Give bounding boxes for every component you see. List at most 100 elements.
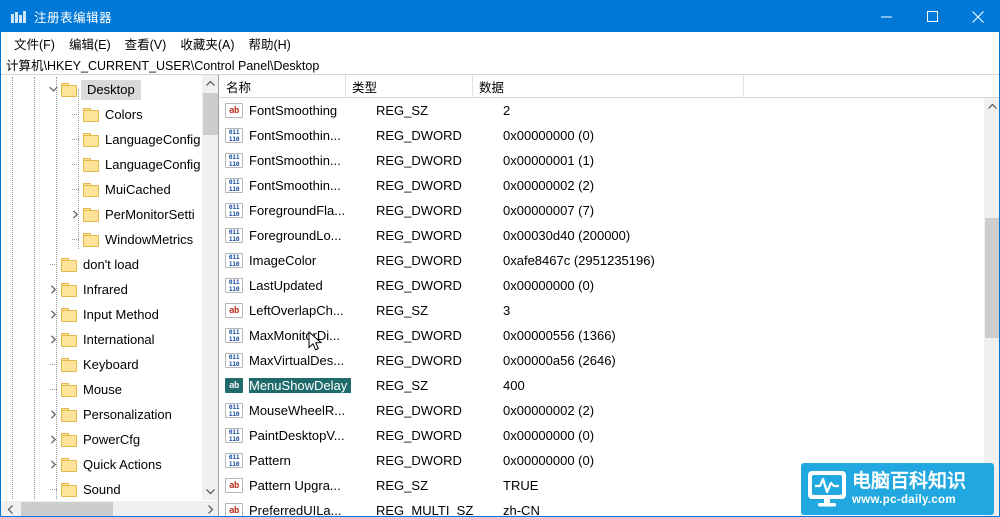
tree-vertical-scrollbar[interactable] bbox=[201, 75, 218, 500]
minimize-button[interactable] bbox=[863, 1, 909, 32]
tree-item-mouse[interactable]: Mouse bbox=[1, 377, 201, 402]
column-name-label: 名称 bbox=[226, 81, 252, 95]
column-data[interactable]: 数据 bbox=[473, 75, 744, 98]
value-data-cell: 2 bbox=[503, 103, 511, 118]
tree-scroll-left-icon[interactable] bbox=[1, 501, 19, 516]
tree-item-label: Colors bbox=[105, 107, 143, 122]
tree-item-keyboard[interactable]: Keyboard bbox=[1, 352, 201, 377]
chevron-right-icon[interactable] bbox=[45, 402, 61, 427]
dword-value-icon: 011 110 bbox=[225, 453, 243, 468]
table-row[interactable]: ab LeftOverlapCh... REG_SZ 3 bbox=[220, 298, 984, 323]
chevron-right-icon[interactable] bbox=[67, 202, 83, 227]
close-button[interactable] bbox=[955, 1, 999, 32]
folder-icon bbox=[61, 282, 78, 297]
value-name-text: ForegroundFla... bbox=[249, 203, 346, 218]
tree-scroll-down-icon[interactable] bbox=[202, 483, 218, 500]
tree-item-label: Keyboard bbox=[83, 357, 139, 372]
tree-scroll-right-icon[interactable] bbox=[201, 501, 218, 516]
menu-bar: 文件(F) 编辑(E) 查看(V) 收藏夹(A) 帮助(H) bbox=[1, 32, 999, 55]
value-name-cell: FontSmoothin... bbox=[249, 153, 375, 168]
column-name[interactable]: 名称 bbox=[220, 75, 346, 98]
table-row[interactable]: 011 110 ForegroundFla... REG_DWORD 0x0000000… bbox=[220, 198, 984, 223]
tree-viewport: Desktop Colors LanguageConfig LanguageConfi… bbox=[1, 75, 201, 500]
tree-item-languageconfig[interactable]: LanguageConfig bbox=[1, 152, 201, 177]
table-row[interactable]: ab MenuShowDelay REG_SZ 400 bbox=[220, 373, 984, 398]
tree-item-international[interactable]: International bbox=[1, 327, 201, 352]
menu-view[interactable]: 查看(V) bbox=[118, 32, 174, 55]
maximize-button[interactable] bbox=[909, 1, 955, 32]
table-row[interactable]: 011 110 PaintDesktopV... REG_DWORD 0x0000000… bbox=[220, 423, 984, 448]
tree-item-label: Sound bbox=[83, 482, 121, 497]
tree-item-label: Desktop bbox=[81, 79, 141, 100]
dword-value-icon: 011 110 bbox=[225, 153, 243, 168]
registry-tree-pane: Desktop Colors LanguageConfig LanguageConfi… bbox=[1, 75, 219, 516]
menu-file[interactable]: 文件(F) bbox=[7, 32, 62, 55]
values-vertical-scrollbar[interactable] bbox=[984, 98, 999, 516]
value-type-cell: REG_DWORD bbox=[376, 253, 462, 268]
tree-item-input-method[interactable]: Input Method bbox=[1, 302, 201, 327]
table-row[interactable]: 011 110 ImageColor REG_DWORD 0xafe8467c (295… bbox=[220, 248, 984, 273]
value-name-cell: PaintDesktopV... bbox=[249, 428, 375, 443]
tree-hscroll-thumb[interactable] bbox=[21, 502, 113, 516]
tree-item-permonitorsetti[interactable]: PerMonitorSetti bbox=[1, 202, 201, 227]
tree-list: Desktop Colors LanguageConfig LanguageConfi… bbox=[1, 77, 201, 500]
chevron-right-icon[interactable] bbox=[45, 427, 61, 452]
table-row[interactable]: 011 110 LastUpdated REG_DWORD 0x00000000 (0) bbox=[220, 273, 984, 298]
tree-item-quick-actions[interactable]: Quick Actions bbox=[1, 452, 201, 477]
dword-value-icon: 011 110 bbox=[225, 228, 243, 243]
value-name-text: FontSmoothin... bbox=[249, 128, 341, 143]
tree-scroll-up-icon[interactable] bbox=[202, 75, 218, 92]
table-row[interactable]: 011 110 MaxMonitorDi... REG_DWORD 0x00000556… bbox=[220, 323, 984, 348]
tree-item-powercfg[interactable]: PowerCfg bbox=[1, 427, 201, 452]
tree-item-windowmetrics[interactable]: WindowMetrics bbox=[1, 227, 201, 252]
tree-guide-line bbox=[12, 77, 13, 500]
tree-item-sound[interactable]: Sound bbox=[1, 477, 201, 500]
chevron-right-icon[interactable] bbox=[45, 277, 61, 302]
menu-edit[interactable]: 编辑(E) bbox=[62, 32, 118, 55]
value-type-cell: REG_DWORD bbox=[376, 428, 462, 443]
chevron-right-icon[interactable] bbox=[45, 327, 61, 352]
value-name-text: Pattern bbox=[249, 453, 291, 468]
value-data-cell: 0x00000a56 (2646) bbox=[503, 353, 616, 368]
column-data-label: 数据 bbox=[479, 81, 505, 95]
values-scroll-up-icon[interactable] bbox=[984, 98, 999, 115]
tree-item-label: PowerCfg bbox=[83, 432, 141, 447]
value-name-cell: ForegroundFla... bbox=[249, 203, 375, 218]
value-name-text: FontSmoothin... bbox=[249, 153, 341, 168]
tree-item-desktop[interactable]: Desktop bbox=[1, 77, 201, 102]
table-row[interactable]: 011 110 FontSmoothin... REG_DWORD 0x00000001… bbox=[220, 148, 984, 173]
tree-item-languageconfig[interactable]: LanguageConfig bbox=[1, 127, 201, 152]
value-name-cell: Pattern bbox=[249, 453, 375, 468]
value-type-cell: REG_DWORD bbox=[376, 228, 462, 243]
folder-icon bbox=[61, 482, 78, 497]
table-row[interactable]: 011 110 FontSmoothin... REG_DWORD 0x00000000… bbox=[220, 123, 984, 148]
dword-value-icon: 011 110 bbox=[225, 353, 243, 368]
value-type-cell: REG_DWORD bbox=[376, 453, 462, 468]
chevron-down-icon[interactable] bbox=[45, 77, 61, 102]
values-scroll-thumb[interactable] bbox=[985, 218, 999, 338]
tree-spacer bbox=[45, 477, 61, 500]
menu-help[interactable]: 帮助(H) bbox=[241, 32, 297, 55]
table-row[interactable]: 011 110 MaxVirtualDes... REG_DWORD 0x00000a5… bbox=[220, 348, 984, 373]
value-data-cell: 0x00000002 (2) bbox=[503, 403, 595, 418]
tree-item-don-t-load[interactable]: don't load bbox=[1, 252, 201, 277]
value-type-cell: REG_SZ bbox=[376, 478, 429, 493]
address-bar[interactable]: 计算机\HKEY_CURRENT_USER\Control Panel\Desk… bbox=[1, 55, 999, 75]
tree-item-personalization[interactable]: Personalization bbox=[1, 402, 201, 427]
value-type-cell: REG_SZ bbox=[376, 378, 429, 393]
tree-scroll-thumb[interactable] bbox=[203, 93, 218, 135]
table-row[interactable]: 011 110 ForegroundLo... REG_DWORD 0x00030d40… bbox=[220, 223, 984, 248]
table-row[interactable]: 011 110 FontSmoothin... REG_DWORD 0x00000002… bbox=[220, 173, 984, 198]
tree-item-infrared[interactable]: Infrared bbox=[1, 277, 201, 302]
tree-item-colors[interactable]: Colors bbox=[1, 102, 201, 127]
column-empty bbox=[744, 75, 999, 98]
table-row[interactable]: ab FontSmoothing REG_SZ 2 bbox=[220, 98, 984, 123]
tree-item-muicached[interactable]: MuiCached bbox=[1, 177, 201, 202]
menu-favorites[interactable]: 收藏夹(A) bbox=[173, 32, 241, 55]
tree-horizontal-scrollbar[interactable] bbox=[1, 500, 218, 516]
column-type[interactable]: 类型 bbox=[346, 75, 473, 98]
chevron-right-icon[interactable] bbox=[45, 302, 61, 327]
table-row[interactable]: 011 110 MouseWheelR... REG_DWORD 0x00000002 … bbox=[220, 398, 984, 423]
chevron-right-icon[interactable] bbox=[45, 452, 61, 477]
value-name-text: FontSmoothing bbox=[249, 103, 338, 118]
